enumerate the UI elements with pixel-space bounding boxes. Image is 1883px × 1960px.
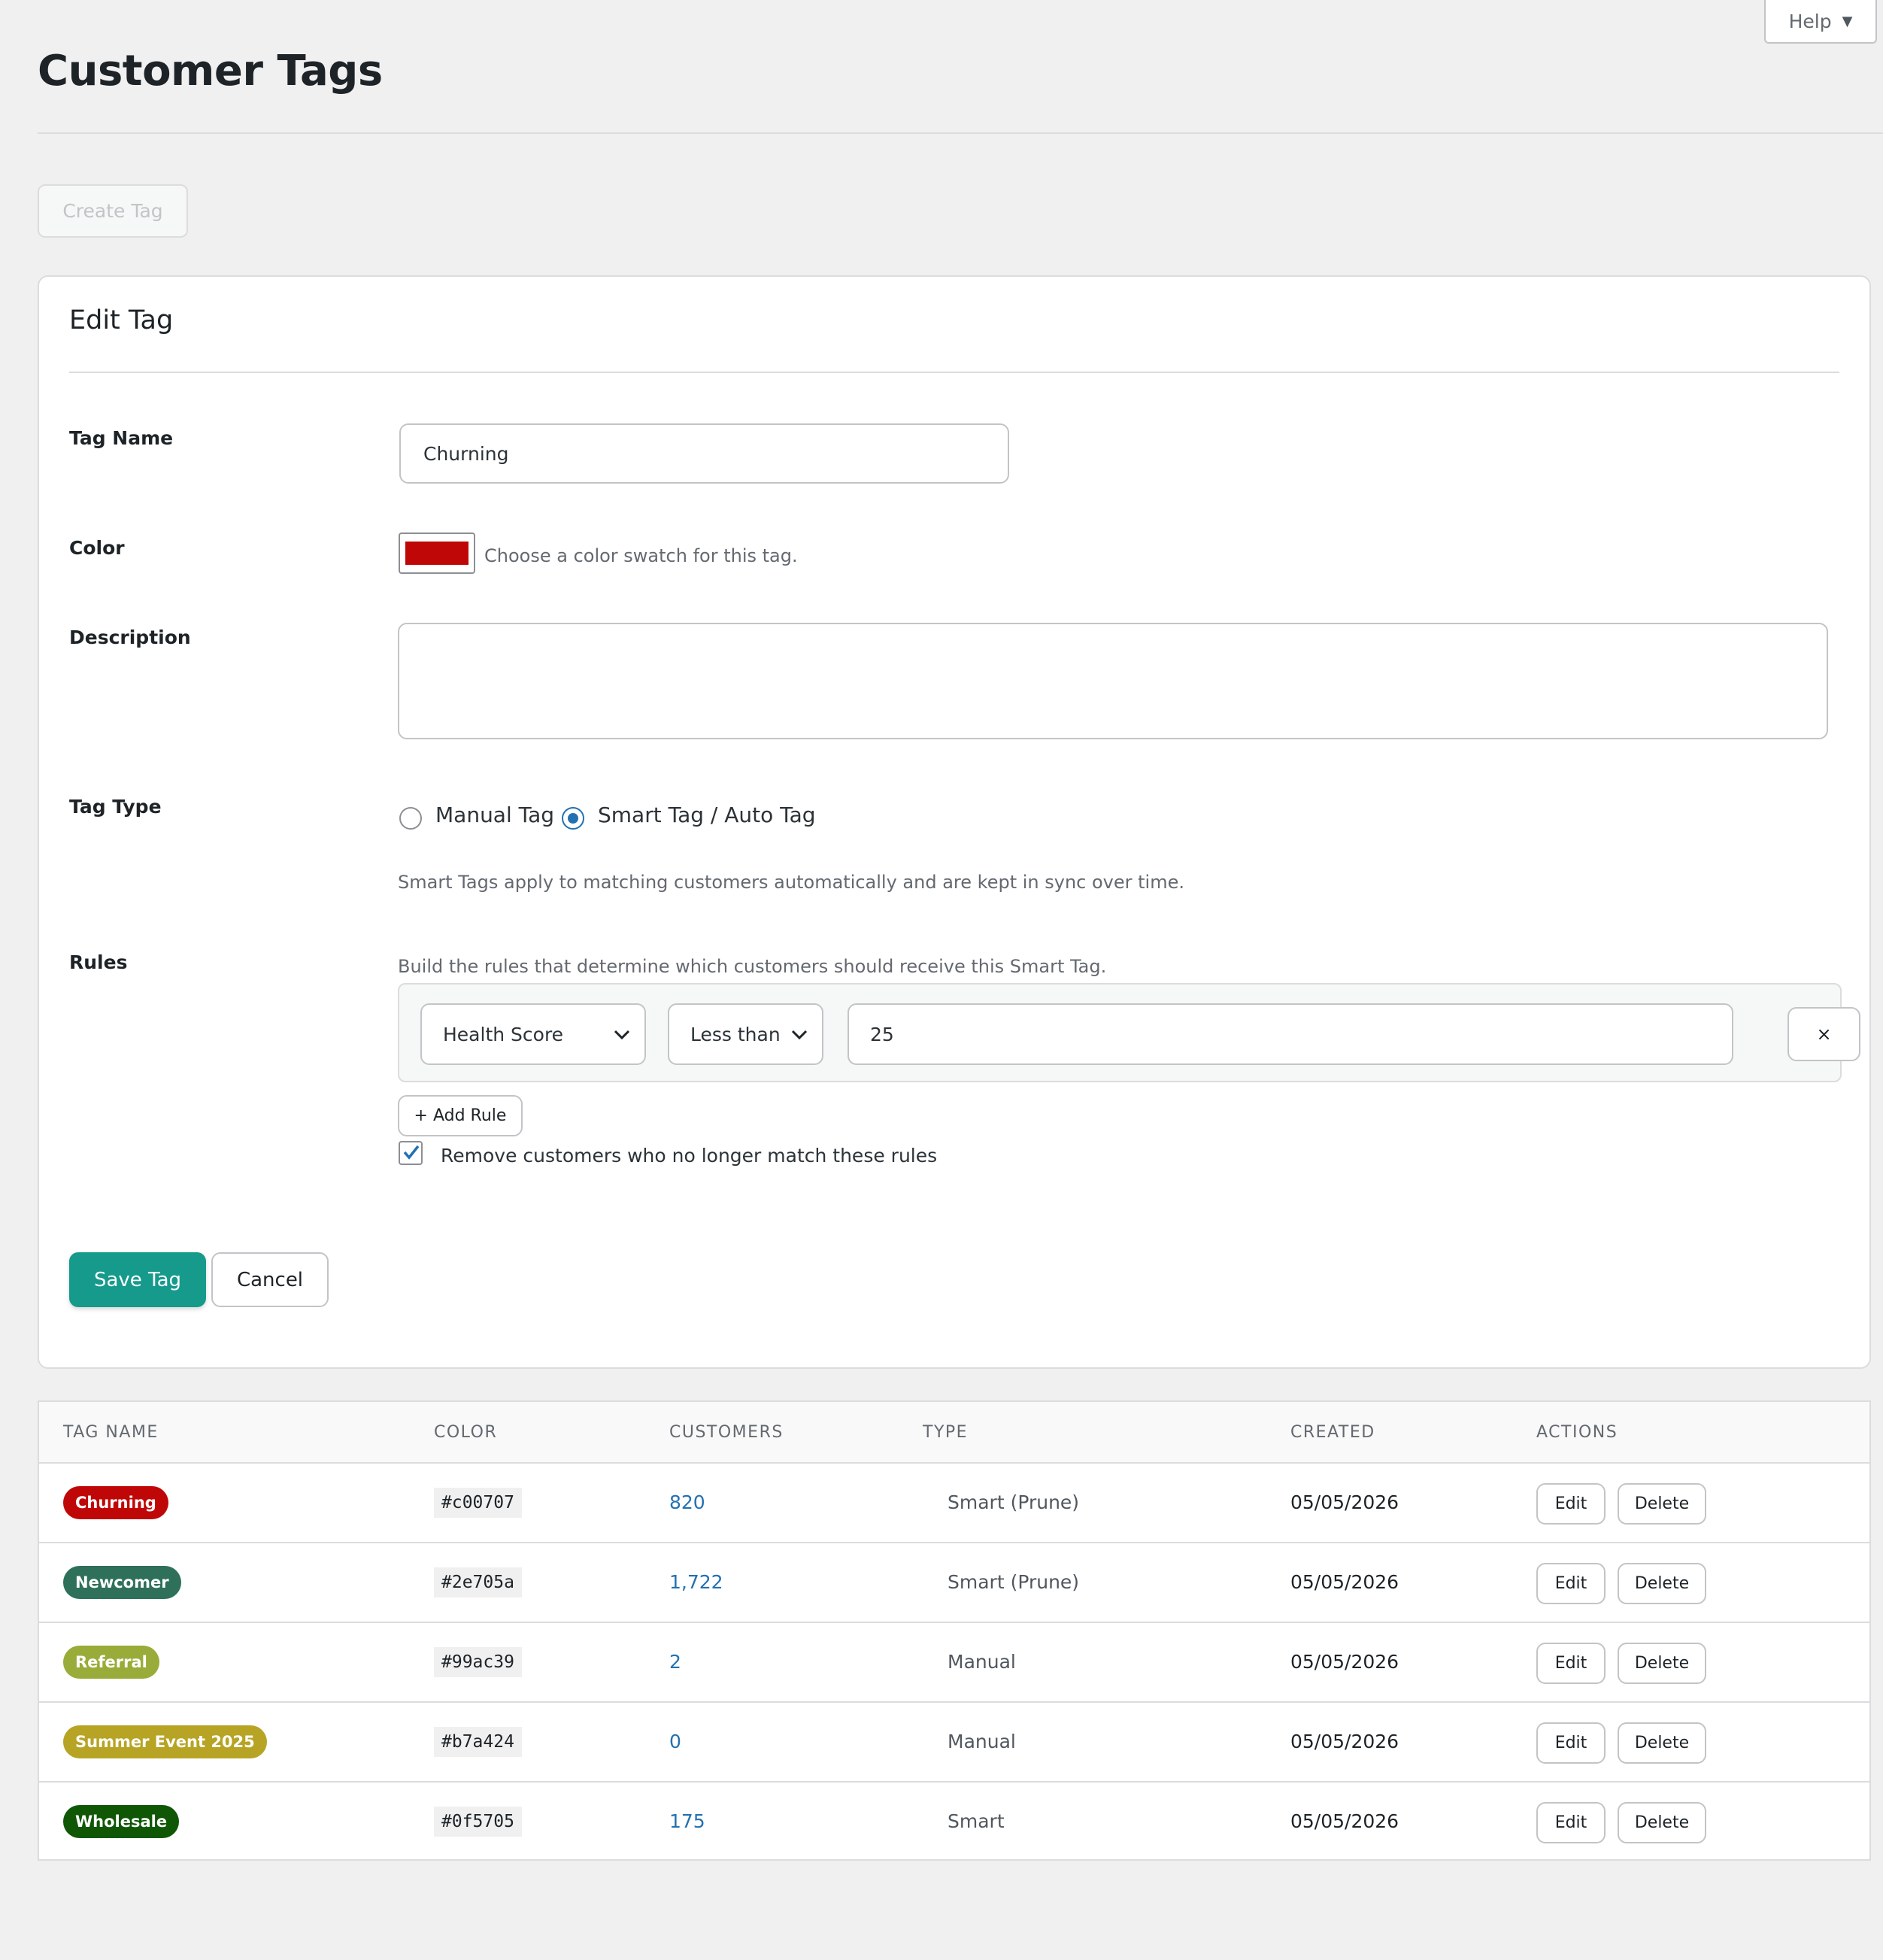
customers-count-link[interactable]: 0: [669, 1731, 681, 1752]
created-date: 05/05/2026: [1290, 1571, 1399, 1593]
customers-count-link[interactable]: 1,722: [669, 1571, 723, 1593]
tag-type-value: Smart: [948, 1810, 1005, 1832]
created-date: 05/05/2026: [1290, 1491, 1399, 1513]
edit-button[interactable]: Edit: [1536, 1722, 1606, 1764]
edit-button[interactable]: Edit: [1536, 1483, 1606, 1525]
color-code: #0f5705: [434, 1807, 522, 1837]
created-date: 05/05/2026: [1290, 1810, 1399, 1832]
add-rule-button[interactable]: + Add Rule: [398, 1095, 523, 1136]
rules-label: Rules: [69, 951, 128, 973]
rule-row: Health Score Less than 25 ×: [398, 983, 1860, 1082]
column-header-color: COLOR: [434, 1423, 498, 1442]
tag-badge: Churning: [63, 1486, 168, 1519]
delete-button[interactable]: Delete: [1618, 1563, 1706, 1604]
prune-checkbox-label[interactable]: Remove customers who no longer match the…: [441, 1145, 937, 1167]
table-row: Newcomer #2e705a 1,722 Smart (Prune) 05/…: [39, 1543, 1869, 1623]
radio-selected-dot: [568, 813, 578, 824]
delete-button[interactable]: Delete: [1618, 1722, 1706, 1764]
edit-button[interactable]: Edit: [1536, 1802, 1606, 1843]
remove-rule-button[interactable]: ×: [1787, 1007, 1860, 1061]
description-textarea[interactable]: [398, 623, 1828, 739]
chevron-down-icon: [791, 1030, 808, 1040]
panel-title: Edit Tag: [69, 305, 174, 335]
checkmark-icon: [403, 1145, 420, 1160]
chevron-down-icon: [614, 1030, 630, 1040]
delete-button[interactable]: Delete: [1618, 1802, 1706, 1843]
delete-button[interactable]: Delete: [1618, 1643, 1706, 1684]
table-row: Referral #99ac39 2 Manual 05/05/2026 Edi…: [39, 1623, 1869, 1703]
close-icon: ×: [1816, 1024, 1832, 1045]
table-row: Summer Event 2025 #b7a424 0 Manual 05/05…: [39, 1703, 1869, 1783]
tag-badge: Summer Event 2025: [63, 1725, 267, 1758]
table-header: TAG NAME COLOR CUSTOMERS TYPE CREATED AC…: [39, 1402, 1869, 1464]
color-help-text: Choose a color swatch for this tag.: [484, 545, 798, 566]
created-date: 05/05/2026: [1290, 1651, 1399, 1673]
edit-tag-panel: Edit Tag Tag Name Churning Color Choose …: [38, 275, 1871, 1369]
radio-smart-tag-label[interactable]: Smart Tag / Auto Tag: [598, 803, 816, 827]
radio-smart-tag[interactable]: [562, 807, 584, 830]
tags-table: TAG NAME COLOR CUSTOMERS TYPE CREATED AC…: [38, 1400, 1871, 1861]
page-title: Customer Tags: [38, 47, 383, 96]
table-row: Churning #c00707 820 Smart (Prune) 05/05…: [39, 1464, 1869, 1543]
tag-type-value: Manual: [948, 1731, 1016, 1752]
column-header-created: CREATED: [1290, 1423, 1375, 1442]
rule-field-value: Health Score: [443, 1023, 564, 1045]
created-date: 05/05/2026: [1290, 1731, 1399, 1752]
edit-button[interactable]: Edit: [1536, 1643, 1606, 1684]
help-tab-label: Help: [1788, 10, 1832, 32]
color-code: #c00707: [434, 1488, 522, 1518]
caret-down-icon: ▼: [1842, 13, 1853, 29]
color-code: #b7a424: [434, 1727, 522, 1757]
column-header-customers: CUSTOMERS: [669, 1423, 784, 1442]
color-code: #2e705a: [434, 1567, 522, 1597]
radio-manual-tag-label[interactable]: Manual Tag: [435, 803, 554, 827]
tag-badge: Newcomer: [63, 1566, 181, 1599]
save-tag-button[interactable]: Save Tag: [69, 1252, 206, 1307]
rules-help-text: Build the rules that determine which cus…: [398, 956, 1107, 977]
tag-badge: Wholesale: [63, 1805, 180, 1838]
tag-name-label: Tag Name: [69, 427, 174, 449]
rule-field-select[interactable]: Health Score: [420, 1003, 646, 1065]
rule-operator-select[interactable]: Less than: [668, 1003, 823, 1065]
tag-type-value: Smart (Prune): [948, 1571, 1080, 1593]
tag-type-value: Manual: [948, 1651, 1016, 1673]
color-label: Color: [69, 537, 125, 559]
customers-count-link[interactable]: 175: [669, 1810, 705, 1832]
radio-manual-tag[interactable]: [399, 807, 422, 830]
tag-type-label: Tag Type: [69, 796, 162, 818]
color-swatch-fill: [405, 542, 468, 565]
description-label: Description: [69, 627, 191, 648]
tag-name-input[interactable]: Churning: [399, 423, 1009, 484]
customers-count-link[interactable]: 820: [669, 1491, 705, 1513]
column-header-actions: ACTIONS: [1536, 1423, 1618, 1442]
column-header-tag-name: TAG NAME: [63, 1423, 159, 1442]
tag-type-help-text: Smart Tags apply to matching customers a…: [398, 872, 1184, 893]
edit-button[interactable]: Edit: [1536, 1563, 1606, 1604]
delete-button[interactable]: Delete: [1618, 1483, 1706, 1525]
title-divider: [38, 132, 1883, 134]
panel-divider: [69, 372, 1839, 373]
table-row: Wholesale #0f5705 175 Smart 05/05/2026 E…: [39, 1783, 1869, 1862]
cancel-button[interactable]: Cancel: [211, 1252, 329, 1307]
tag-type-value: Smart (Prune): [948, 1491, 1080, 1513]
customers-count-link[interactable]: 2: [669, 1651, 681, 1673]
rule-value-input[interactable]: 25: [848, 1003, 1733, 1065]
column-header-type: TYPE: [923, 1423, 969, 1442]
color-swatch-button[interactable]: [399, 532, 475, 574]
color-code: #99ac39: [434, 1647, 522, 1677]
prune-checkbox[interactable]: [399, 1141, 423, 1165]
tag-badge: Referral: [63, 1646, 159, 1679]
help-tab-button[interactable]: Help ▼: [1764, 0, 1877, 44]
rule-operator-value: Less than: [690, 1023, 781, 1045]
create-tag-button[interactable]: Create Tag: [38, 184, 188, 238]
